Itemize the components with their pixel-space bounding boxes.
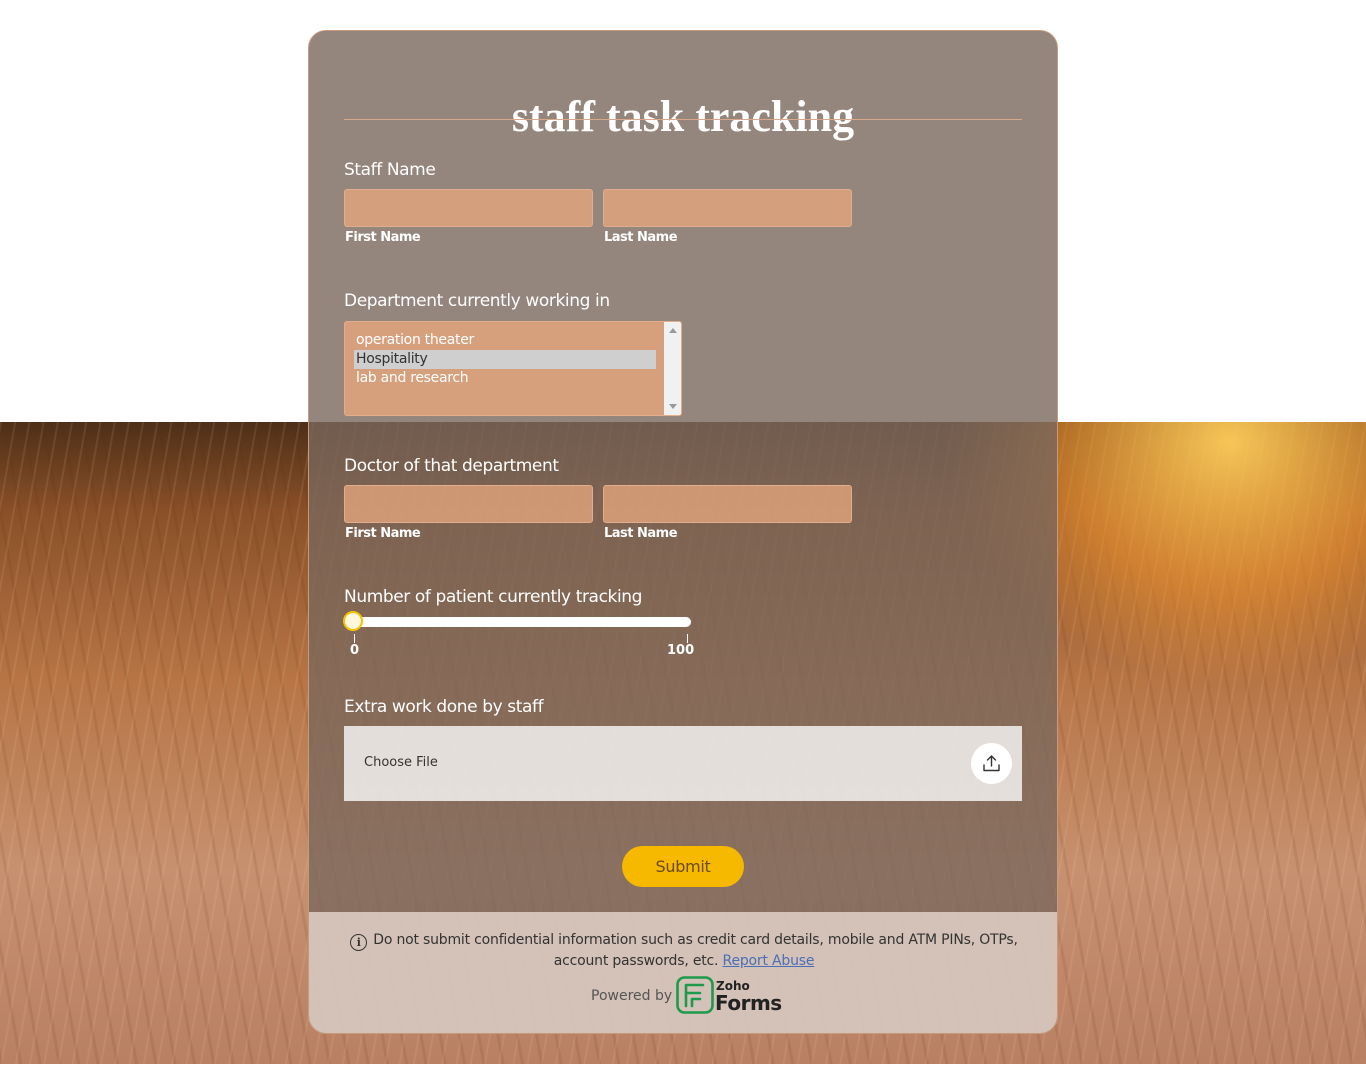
powered-by-text: Powered by — [591, 988, 673, 1004]
extra-work-label: Extra work done by staff — [344, 697, 544, 717]
notice-text: Do not submit confidential information s… — [373, 932, 1018, 969]
forms-brand-text: Forms — [715, 991, 782, 1015]
patients-slider-track[interactable] — [344, 617, 691, 627]
staff-name-label: Staff Name — [344, 160, 436, 180]
staff-last-name-input[interactable] — [603, 189, 852, 227]
title-divider — [344, 119, 1022, 120]
patients-label: Number of patient currently tracking — [344, 587, 643, 607]
report-abuse-link[interactable]: Report Abuse — [723, 953, 815, 969]
slider-min-label: 0 — [350, 643, 360, 658]
department-option-operation-theater[interactable]: operation theater — [354, 331, 656, 350]
doctor-last-name-sublabel: Last Name — [604, 526, 678, 541]
upload-button[interactable] — [971, 743, 1012, 784]
doctor-first-name-sublabel: First Name — [345, 526, 421, 541]
form-footer: i Do not submit confidential information … — [309, 912, 1057, 1033]
upload-icon — [983, 755, 1000, 772]
confidential-notice: i Do not submit confidential information … — [334, 930, 1034, 972]
department-option-hospitality[interactable]: Hospitality — [354, 350, 656, 369]
slider-max-label: 100 — [667, 643, 695, 658]
info-icon: i — [350, 934, 368, 951]
doctor-first-name-input[interactable] — [344, 485, 593, 523]
staff-first-name-sublabel: First Name — [345, 230, 421, 245]
staff-first-name-input[interactable] — [344, 189, 593, 227]
doctor-label: Doctor of that department — [344, 456, 559, 476]
department-label: Department currently working in — [344, 291, 610, 311]
zoho-forms-logo-icon[interactable] — [676, 976, 714, 1014]
submit-button[interactable]: Submit — [622, 846, 744, 887]
file-upload-area[interactable]: Choose File — [344, 726, 1022, 801]
slider-min-tick — [354, 634, 355, 643]
department-option-lab-and-research[interactable]: lab and research — [354, 369, 656, 388]
patients-slider-thumb[interactable] — [343, 611, 363, 631]
form-card: staff task tracking Staff Name First Nam… — [308, 30, 1058, 1034]
scroll-down-arrow-icon[interactable] — [669, 404, 677, 409]
staff-last-name-sublabel: Last Name — [604, 230, 678, 245]
slider-max-tick — [687, 634, 688, 643]
department-listbox[interactable]: operation theater Hospitality lab and re… — [344, 321, 682, 416]
listbox-scrollbar[interactable] — [664, 322, 681, 415]
choose-file-text[interactable]: Choose File — [364, 755, 438, 770]
form-title: staff task tracking — [511, 92, 855, 141]
scroll-up-arrow-icon[interactable] — [669, 328, 677, 333]
doctor-last-name-input[interactable] — [603, 485, 852, 523]
